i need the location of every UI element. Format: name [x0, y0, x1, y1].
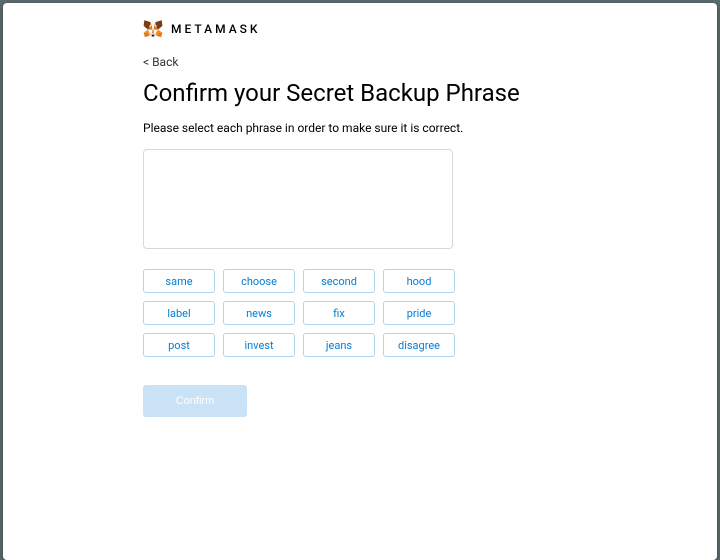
selected-phrase-box[interactable] — [143, 149, 453, 249]
brand-name: METAMASK — [171, 22, 261, 36]
word-chip[interactable]: disagree — [383, 333, 455, 357]
page-title: Confirm your Secret Backup Phrase — [143, 79, 577, 107]
word-chip[interactable]: jeans — [303, 333, 375, 357]
header: METAMASK — [3, 19, 717, 55]
word-chip[interactable]: fix — [303, 301, 375, 325]
word-chip[interactable]: same — [143, 269, 215, 293]
metamask-fox-icon — [143, 19, 163, 39]
word-chip[interactable]: news — [223, 301, 295, 325]
word-chip[interactable]: second — [303, 269, 375, 293]
word-chip[interactable]: label — [143, 301, 215, 325]
page-subtitle: Please select each phrase in order to ma… — [143, 121, 577, 135]
word-chip[interactable]: hood — [383, 269, 455, 293]
app-window: METAMASK < Back Confirm your Secret Back… — [3, 3, 717, 560]
word-chip[interactable]: invest — [223, 333, 295, 357]
word-chip[interactable]: pride — [383, 301, 455, 325]
back-button[interactable]: < Back — [143, 55, 577, 69]
word-chip[interactable]: choose — [223, 269, 295, 293]
confirm-button[interactable]: Confirm — [143, 385, 247, 417]
word-grid: same choose second hood label news fix p… — [143, 269, 577, 357]
word-chip[interactable]: post — [143, 333, 215, 357]
main-content: < Back Confirm your Secret Backup Phrase… — [3, 55, 717, 417]
